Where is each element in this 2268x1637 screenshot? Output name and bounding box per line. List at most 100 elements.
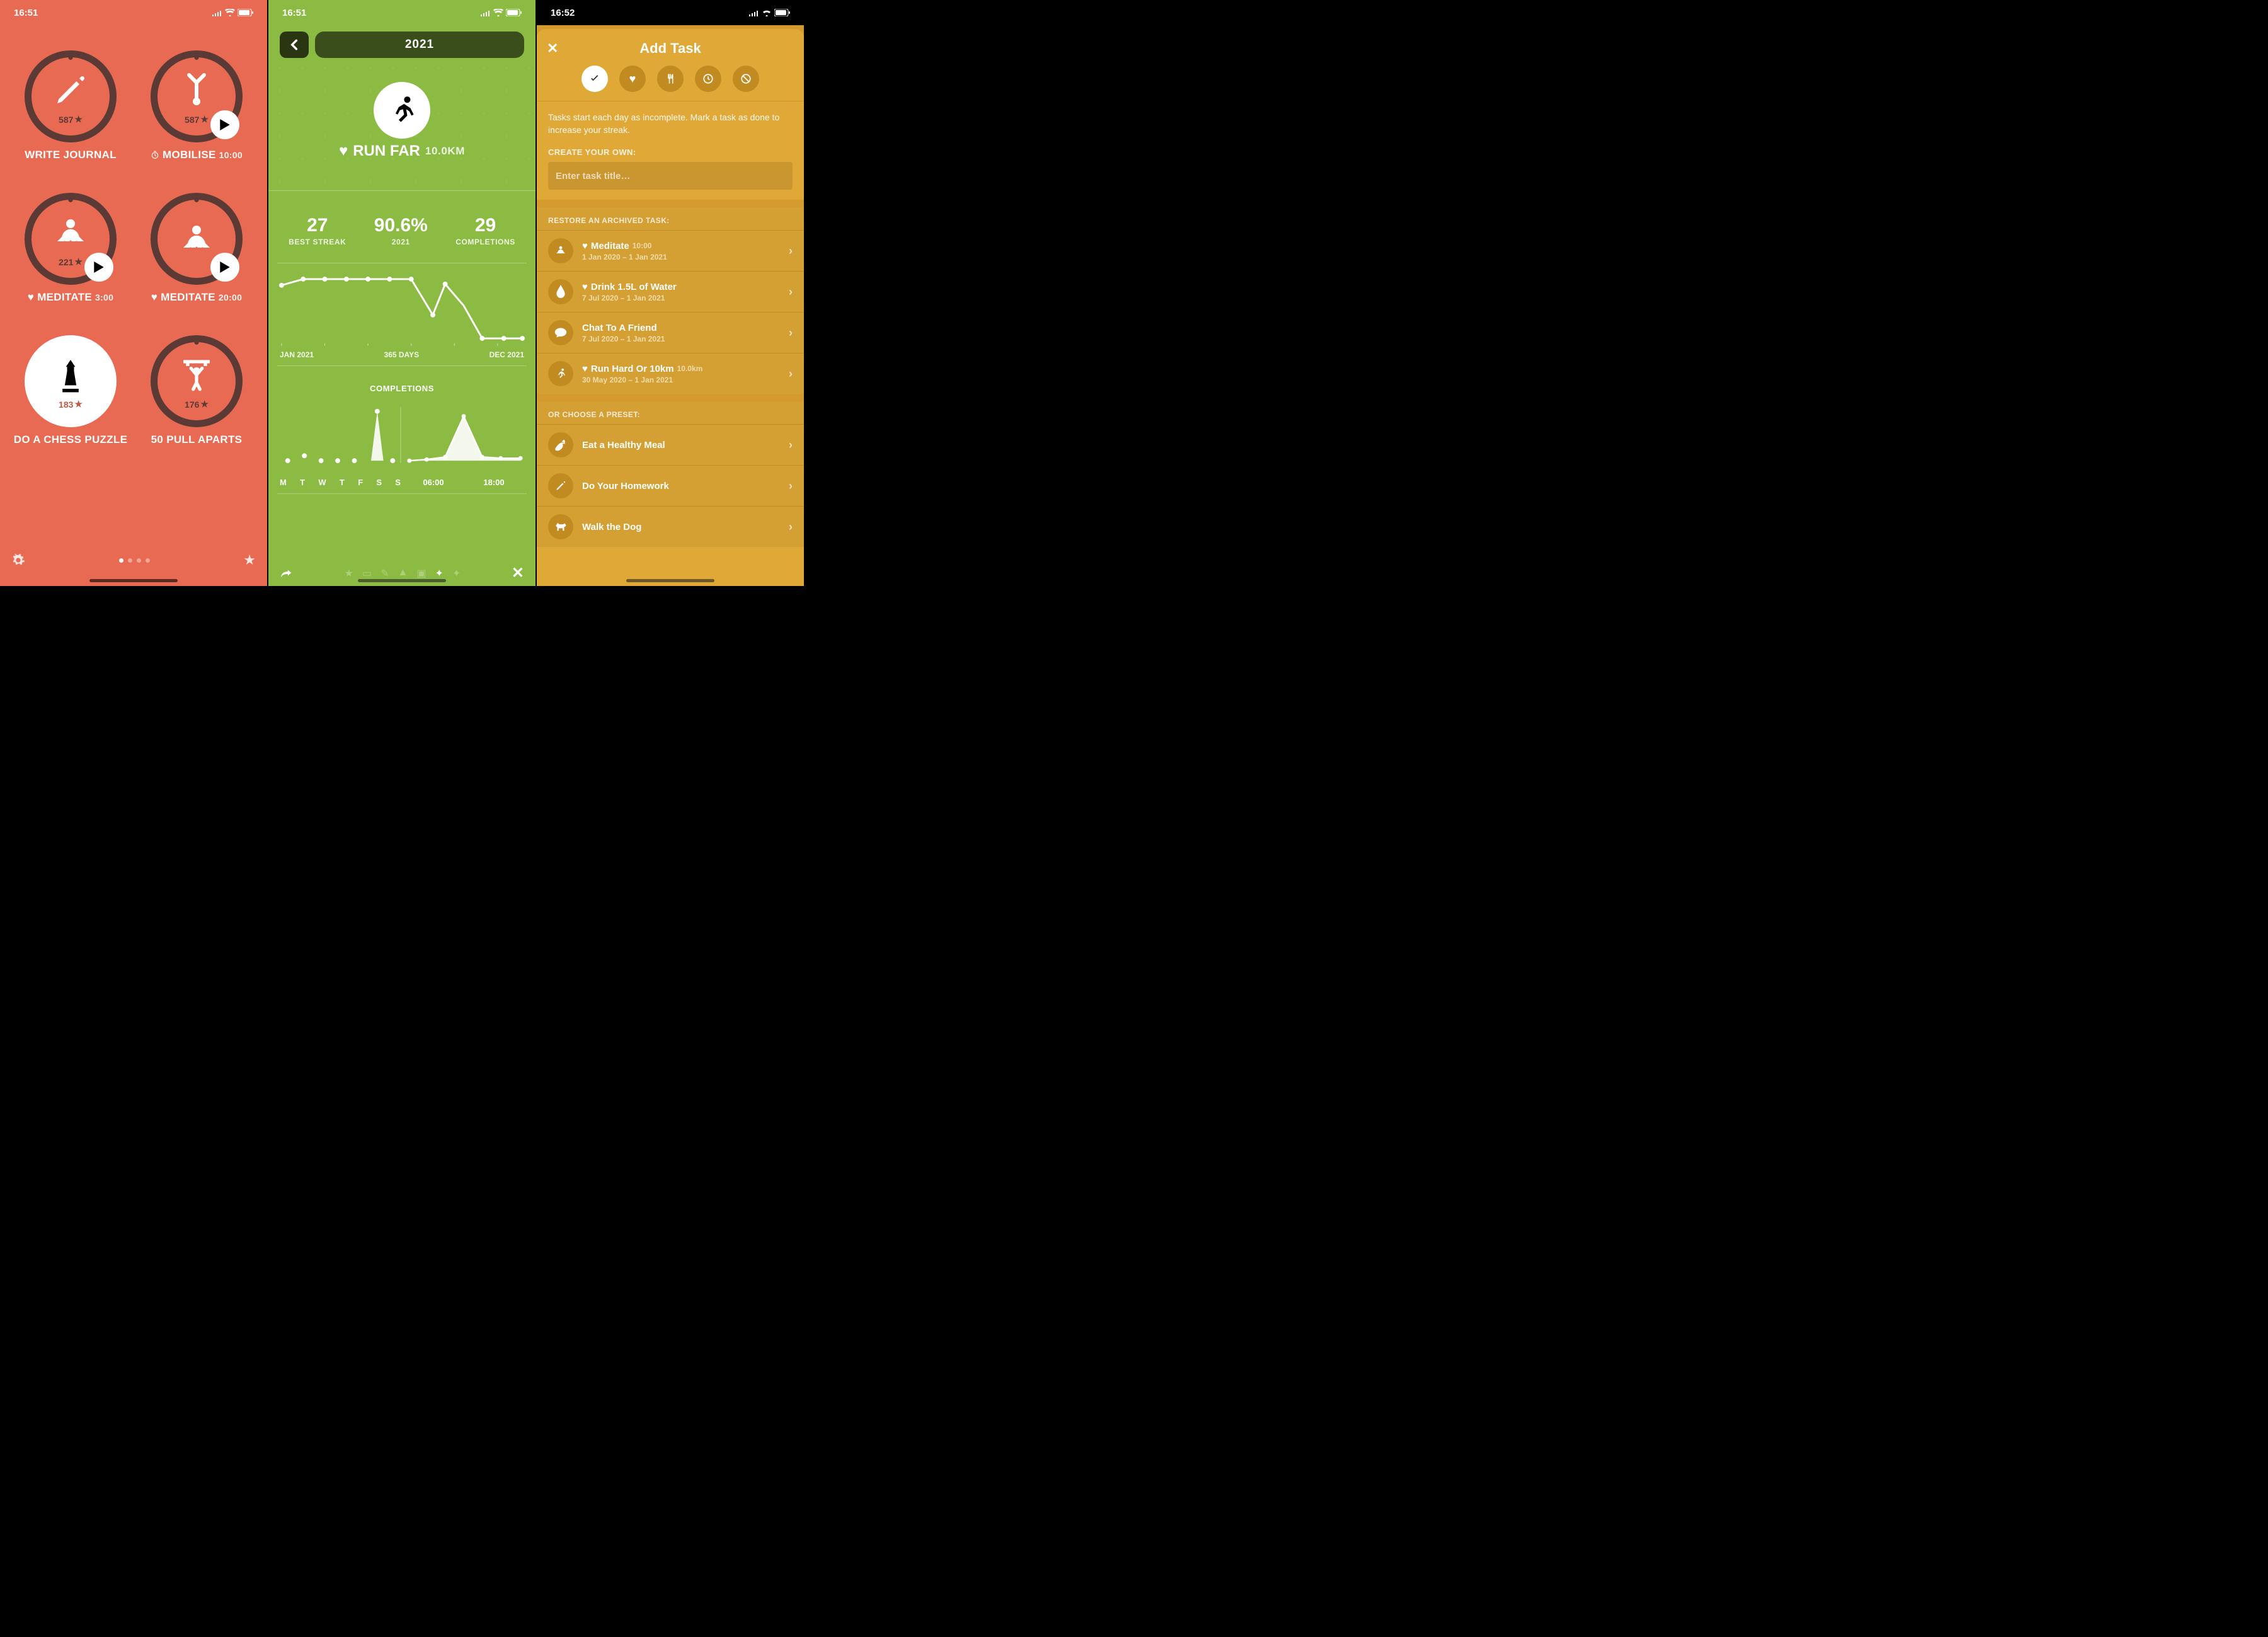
restore-label: RESTORE AN ARCHIVED TASK: bbox=[537, 207, 804, 230]
status-bar: 16:51 bbox=[0, 0, 267, 25]
dog-icon bbox=[548, 514, 573, 539]
task-title: ♥ RUN FAR 10.0KM bbox=[268, 142, 536, 160]
close-icon[interactable]: ✕ bbox=[512, 564, 524, 582]
status-bar: 16:52 bbox=[537, 0, 804, 25]
task-label: WRITE JOURNAL bbox=[25, 149, 117, 161]
page-indicator[interactable] bbox=[119, 558, 150, 563]
create-label: CREATE YOUR OWN: bbox=[548, 147, 793, 157]
run-icon bbox=[385, 93, 419, 127]
completions-title: COMPLETIONS bbox=[278, 384, 525, 393]
percent-stat: 90.6% 2021 bbox=[374, 215, 428, 246]
wifi-icon bbox=[762, 9, 772, 16]
home-screen: 16:51 587★ WRITE JOURNAL 587★ bbox=[0, 0, 268, 586]
category-timed[interactable] bbox=[695, 66, 721, 92]
preset-row-healthy-meal[interactable]: Eat a Healthy Meal › bbox=[537, 424, 804, 465]
category-avoid[interactable] bbox=[733, 66, 759, 92]
sheet-title: Add Task bbox=[547, 40, 794, 57]
wifi-icon bbox=[225, 9, 235, 16]
category-task[interactable] bbox=[581, 66, 608, 92]
play-button[interactable] bbox=[210, 110, 239, 139]
archived-row-chat[interactable]: Chat To A Friend 7 Jul 2020 – 1 Jan 2021… bbox=[537, 312, 804, 353]
streak-count: 587★ bbox=[185, 114, 209, 125]
add-task-sheet: ✕ Add Task ♥ Tasks start each day as inc… bbox=[537, 29, 804, 586]
year-chart: JAN 2021 365 DAYS DEC 2021 bbox=[277, 263, 527, 366]
footer: ★ bbox=[0, 552, 267, 568]
completion-charts bbox=[278, 397, 525, 473]
chevron-right-icon: › bbox=[789, 520, 793, 534]
preset-row-walk-dog[interactable]: Walk the Dog › bbox=[537, 506, 804, 547]
star-icon[interactable]: ★ bbox=[243, 552, 256, 568]
battery-icon bbox=[238, 9, 253, 16]
archived-row-meditate[interactable]: ♥Meditate10:00 1 Jan 2020 – 1 Jan 2021 › bbox=[537, 230, 804, 271]
stats-row: 27 BEST STREAK 90.6% 2021 29 COMPLETIONS bbox=[268, 190, 536, 253]
task-write-journal[interactable]: 587★ WRITE JOURNAL bbox=[10, 50, 131, 161]
pen-icon bbox=[53, 68, 88, 112]
completions-chart-block: COMPLETIONS MTWTFSS 06:0018:00 bbox=[277, 376, 527, 494]
category-health[interactable]: ♥ bbox=[619, 66, 646, 92]
home-indicator[interactable] bbox=[89, 579, 178, 582]
task-label: ♥ MEDITATE 3:00 bbox=[28, 291, 113, 304]
chevron-right-icon: › bbox=[789, 285, 793, 299]
task-meditate-3[interactable]: 221★ ♥ MEDITATE 3:00 bbox=[10, 193, 131, 304]
preset-row-homework[interactable]: Do Your Homework › bbox=[537, 465, 804, 506]
best-streak-stat: 27 BEST STREAK bbox=[289, 215, 346, 246]
sheet-header: ✕ Add Task bbox=[537, 29, 804, 63]
task-mobilise[interactable]: 587★ MOBILISE 10:00 bbox=[136, 50, 257, 161]
chevron-right-icon: › bbox=[789, 326, 793, 340]
meditate-icon bbox=[548, 238, 573, 263]
run-icon[interactable]: ✦ bbox=[435, 567, 443, 580]
task-chess[interactable]: 183★ DO A CHESS PUZZLE bbox=[10, 335, 131, 446]
task-meditate-20[interactable]: ♥ MEDITATE 20:00 bbox=[136, 193, 257, 304]
timer-icon bbox=[151, 151, 159, 159]
meditate-icon[interactable]: ▲ bbox=[398, 567, 408, 580]
year-selector[interactable]: 2021 bbox=[315, 32, 524, 58]
star-icon[interactable]: ★ bbox=[345, 567, 353, 580]
pen-icon[interactable]: ✎ bbox=[381, 567, 389, 580]
add-task-screen: 16:52 ✕ Add Task ♥ Tasks start each day … bbox=[537, 0, 805, 586]
run-icon-2[interactable]: ✦ bbox=[452, 567, 461, 580]
chevron-right-icon: › bbox=[789, 439, 793, 452]
signal-icon bbox=[748, 9, 759, 16]
streak-count: 221★ bbox=[59, 256, 83, 267]
carrot-icon bbox=[548, 432, 573, 457]
hint-block: Tasks start each day as incomplete. Mark… bbox=[537, 101, 804, 200]
task-label: DO A CHESS PUZZLE bbox=[14, 434, 127, 446]
heart-icon: ♥ bbox=[339, 142, 348, 160]
home-indicator[interactable] bbox=[626, 579, 714, 582]
task-title-input[interactable] bbox=[548, 162, 793, 190]
home-indicator[interactable] bbox=[358, 579, 446, 582]
chess-icon bbox=[57, 353, 84, 397]
back-button[interactable] bbox=[280, 32, 309, 58]
meditate-icon bbox=[179, 217, 214, 261]
pullup-icon bbox=[179, 353, 214, 397]
streak-count: 587★ bbox=[59, 114, 83, 125]
gear-icon[interactable] bbox=[11, 553, 25, 567]
share-icon[interactable] bbox=[280, 567, 294, 580]
task-grid: 587★ WRITE JOURNAL 587★ MOBILISE 10:00 bbox=[0, 25, 267, 446]
preset-list: OR CHOOSE A PRESET: Eat a Healthy Meal ›… bbox=[537, 401, 804, 547]
archived-row-water[interactable]: ♥Drink 1.5L of Water 7 Jul 2020 – 1 Jan … bbox=[537, 271, 804, 312]
signal-icon bbox=[212, 9, 222, 16]
status-time: 16:52 bbox=[551, 8, 575, 18]
task-pull-aparts[interactable]: 176★ 50 PULL APARTS bbox=[136, 335, 257, 446]
weekday-axis: MTWTFSS bbox=[278, 473, 402, 490]
close-button[interactable]: ✕ bbox=[547, 40, 558, 57]
archived-list: RESTORE AN ARCHIVED TASK: ♥Meditate10:00… bbox=[537, 207, 804, 394]
stats-screen: 16:51 2021 ♥ RUN FAR 10.0KM 27 BEST STRE… bbox=[268, 0, 537, 586]
year-line-chart bbox=[278, 271, 525, 347]
completions-stat: 29 COMPLETIONS bbox=[455, 215, 515, 246]
task-label: ♥ MEDITATE 20:00 bbox=[151, 291, 242, 304]
archived-row-run[interactable]: ♥Run Hard Or 10km10.0km 30 May 2020 – 1 … bbox=[537, 353, 804, 394]
drop-icon bbox=[548, 279, 573, 304]
camera-icon[interactable]: ▣ bbox=[416, 567, 426, 580]
heart-icon: ♥ bbox=[28, 291, 34, 304]
hint-text: Tasks start each day as incomplete. Mark… bbox=[548, 112, 793, 136]
play-button[interactable] bbox=[210, 253, 239, 282]
play-button[interactable] bbox=[84, 253, 113, 282]
category-food[interactable] bbox=[657, 66, 684, 92]
task-label: 50 PULL APARTS bbox=[151, 434, 243, 446]
book-icon[interactable]: ▭ bbox=[362, 567, 372, 580]
status-icons bbox=[212, 9, 253, 16]
status-icons bbox=[748, 9, 790, 16]
hour-axis: 06:0018:00 bbox=[402, 473, 525, 490]
